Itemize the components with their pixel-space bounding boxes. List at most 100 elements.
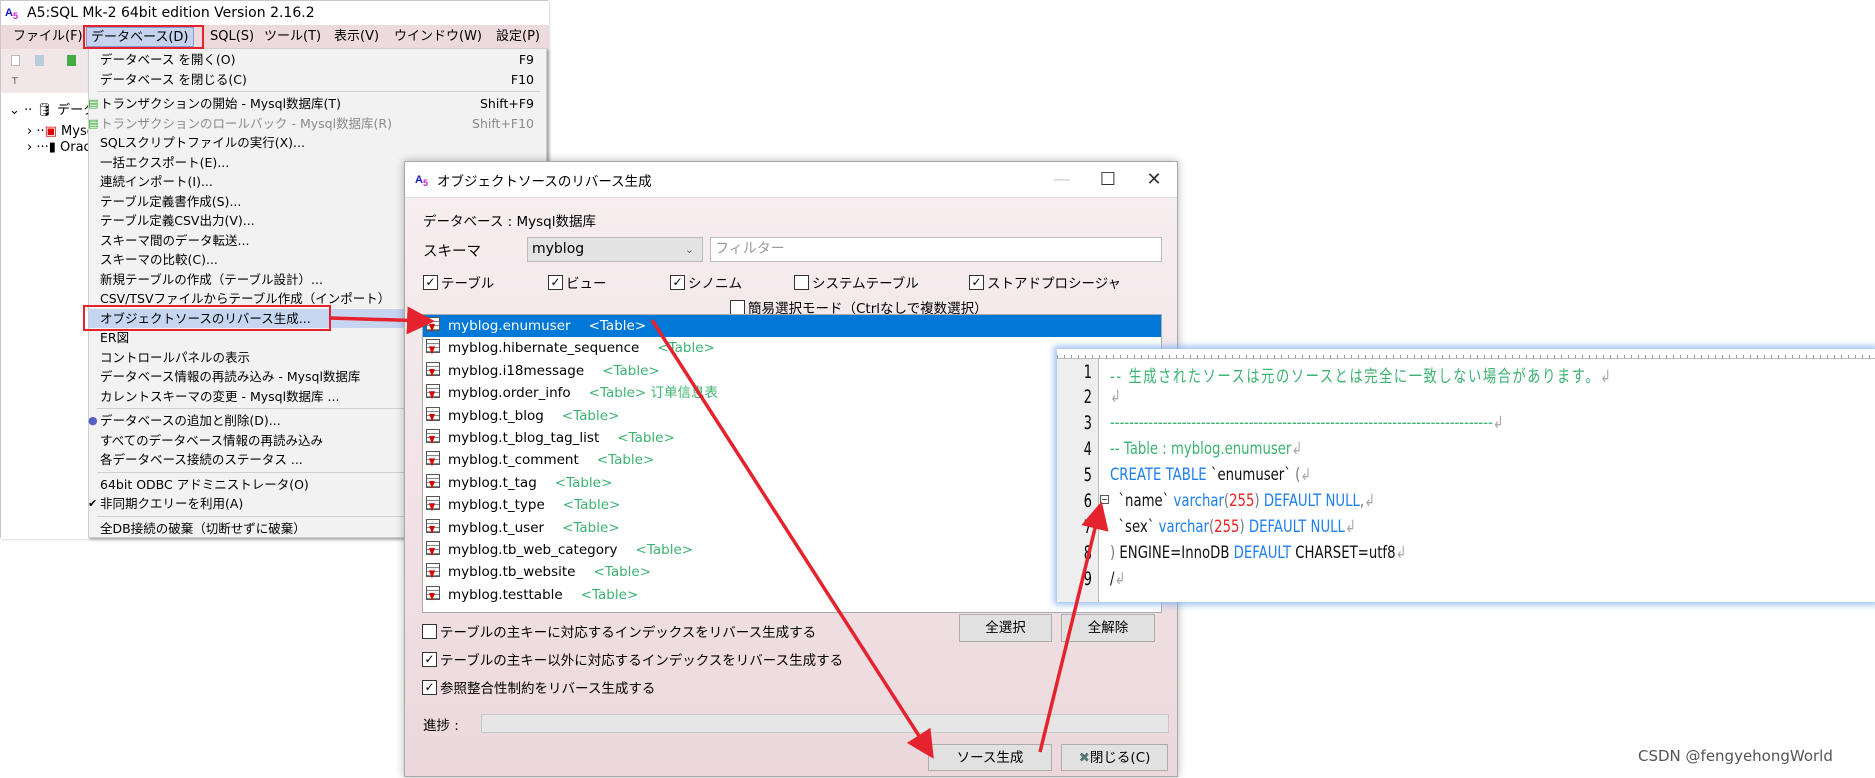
table-icon (426, 317, 440, 331)
option-checkbox[interactable]: ✓ 参照整合性制約をリバース生成する (422, 677, 655, 697)
menu-window[interactable]: ウインドウ(W) (390, 27, 486, 47)
menu-item[interactable]: データベース を開く(O) F9 (89, 50, 546, 70)
checkbox-label: ビュー (566, 276, 607, 292)
object-name: myblog.order_info (448, 385, 571, 402)
object-list-row[interactable]: myblog.t_blog_tag_list <Table> (423, 427, 1161, 449)
minimize-button[interactable]: — (1039, 162, 1085, 198)
tree-toggle-icon[interactable]: ⊤ (11, 77, 19, 87)
deselect-all-button[interactable]: 全解除 (1061, 614, 1155, 642)
code-token-comment: -- Table : myblog.enumuser (1110, 439, 1292, 459)
menu-item-label: トランザクションの開始 - Mysql数据库(T) (100, 96, 341, 111)
menu-item[interactable]: ▤ トランザクションの開始 - Mysql数据库(T) Shift+F9 (88, 94, 546, 114)
code-line: ↲ (1110, 387, 1121, 407)
menu-item-label: 非同期クエリーを利用(A) (100, 496, 244, 511)
code-line: /↲ (1110, 569, 1126, 589)
type-filter-checkbox[interactable]: ✓ ビュー (548, 272, 607, 292)
progress-bar (481, 714, 1169, 733)
checkbox-label: 参照整合性制約をリバース生成する (440, 681, 656, 697)
app-logo-icon: A5 (5, 7, 19, 21)
dialog-title-bar: A5 オブジェクトソースのリバース生成 — ☐ ✕ (405, 162, 1177, 198)
type-filter-checkbox[interactable]: ✓ ストアドプロシージャ (969, 272, 1121, 292)
filter-placeholder: フィルター (715, 241, 785, 257)
close-window-button[interactable]: ✕ (1131, 162, 1177, 198)
menu-item-shortcut: Shift+F9 (479, 96, 534, 111)
menu-item-label: 全DB接続の破棄（切断せずに破棄） (100, 520, 306, 536)
object-type: <Table> (588, 318, 647, 334)
object-type: <Table> (580, 586, 639, 603)
code-token-plain: CHARSET=utf8 (1291, 543, 1396, 563)
object-list-row[interactable]: myblog.enumuser <Table> (423, 315, 1161, 338)
line-number: 9 (1083, 568, 1092, 590)
menu-item[interactable]: SQLスクリプトファイルの実行(X)... (89, 133, 546, 153)
object-list-row[interactable]: myblog.tb_web_category <Table> (423, 539, 1161, 561)
object-list-row[interactable]: myblog.t_comment <Table> (423, 449, 1161, 471)
menu-settings[interactable]: 設定(P) (492, 27, 544, 47)
code-line: `name` varchar(255) DEFAULT NULL,↲ (1110, 491, 1375, 511)
code-token-plain: `sex` (1110, 517, 1159, 537)
menu-item-label: トランザクションのロールバック - Mysql数据库(R) (100, 115, 392, 131)
menu-file[interactable]: ファイル(F) (9, 27, 87, 47)
generate-source-button[interactable]: ソース生成 (928, 744, 1052, 771)
line-number: 4 (1083, 438, 1092, 460)
object-type: <Table> (562, 497, 621, 514)
checkbox-box: ✓ (670, 274, 685, 290)
code-token-number: 255 (1229, 491, 1255, 511)
fold-collapse-icon[interactable]: − (1100, 495, 1109, 504)
code-token-plain: ENGINE=InnoDB (1119, 543, 1234, 563)
menu-item[interactable]: ▤ トランザクションのロールバック - Mysql数据库(R) Shift+F10 (88, 114, 546, 134)
code-editor[interactable]: 1 2 3 4 5 6 7 8 9 -- 生成されたソースは元のソースとは完全に一致しない場合が… (1057, 349, 1875, 602)
object-list-row[interactable]: myblog.testtable <Table> (423, 584, 1161, 606)
object-list-row[interactable]: myblog.order_info <Table> 订单信息表 (423, 382, 1161, 404)
object-list-row[interactable]: myblog.t_type <Table> (423, 494, 1161, 516)
option-checkbox[interactable]: テーブルの主キーに対応するインデックスをリバース生成する (422, 621, 816, 641)
table-icon (426, 585, 440, 600)
code-token-comment: ----------------------------------------… (1110, 413, 1493, 433)
menu-item[interactable]: データベース を閉じる(C) F10 (89, 70, 546, 90)
rollback-icon: ▤ (88, 116, 99, 130)
menu-item-label: コントロールパネルの表示 (100, 349, 251, 365)
object-list-row[interactable]: myblog.hibernate_sequence <Table> (423, 337, 1161, 359)
code-token-number: 255 (1214, 517, 1240, 537)
type-filter-checkbox[interactable]: ✓ シノニム (670, 272, 742, 292)
code-token-comment: -- 生成されたソースは元のソースとは完全に一致しない場合があります。 (1110, 367, 1601, 387)
code-token-paren: ) (1110, 543, 1120, 563)
code-token-mark: ↲ (1395, 543, 1407, 563)
object-type: <Table> (562, 519, 620, 536)
object-list-row[interactable]: myblog.t_user <Table> (423, 517, 1161, 539)
table-icon (426, 429, 440, 443)
code-token-keyword: varchar (1158, 517, 1209, 537)
code-token-mark: ↲ (1300, 465, 1312, 485)
close-button[interactable]: ✖閉じる(C) (1061, 744, 1168, 771)
table-icon (426, 541, 440, 555)
type-filter-checkbox[interactable]: ✓ テーブル (423, 272, 494, 292)
option-checkbox[interactable]: ✓ テーブルの主キー以外に対応するインデックスをリバース生成する (422, 649, 843, 669)
new-file-icon[interactable] (11, 55, 20, 66)
code-token-mark: ↲ (1291, 439, 1303, 459)
select-all-button[interactable]: 全選択 (959, 614, 1052, 642)
code-token-mark: ↲ (1110, 387, 1122, 407)
menu-database[interactable]: データベース(D) (86, 27, 194, 47)
object-list-row[interactable]: myblog.i18message <Table> (423, 360, 1161, 382)
filter-input[interactable]: フィルター (710, 237, 1162, 262)
maximize-button[interactable]: ☐ (1085, 162, 1131, 198)
menu-item-label: データベース を閉じる(C) (100, 71, 247, 87)
object-name: myblog.t_user (448, 519, 545, 536)
object-list-row[interactable]: myblog.t_tag <Table> (423, 472, 1161, 494)
table-icon (426, 384, 440, 399)
object-list-row[interactable]: myblog.tb_website <Table> (423, 561, 1161, 583)
object-list[interactable]: myblog.enumuser <Table> myblog.hibernate_s… (422, 314, 1162, 613)
app-logo-icon: A5 (415, 173, 429, 188)
menu-sql[interactable]: SQL(S) (206, 27, 258, 47)
schema-select[interactable]: myblog ⌄ (527, 237, 703, 262)
toolbar: ⊤ (1, 49, 89, 93)
database-connect-icon[interactable] (67, 55, 76, 66)
object-name: myblog.t_comment (448, 452, 579, 469)
type-filter-checkbox[interactable]: システムテーブル (794, 272, 919, 292)
object-list-row[interactable]: myblog.t_blog <Table> (423, 405, 1161, 427)
line-number: 7 (1083, 516, 1092, 538)
menu-tools[interactable]: ツール(T) (260, 27, 325, 47)
open-icon[interactable] (35, 55, 44, 66)
menu-view[interactable]: 表示(V) (330, 27, 383, 47)
object-name: myblog.enumuser (448, 318, 571, 334)
menu-item-label: 連続インポート(I)... (100, 174, 213, 189)
